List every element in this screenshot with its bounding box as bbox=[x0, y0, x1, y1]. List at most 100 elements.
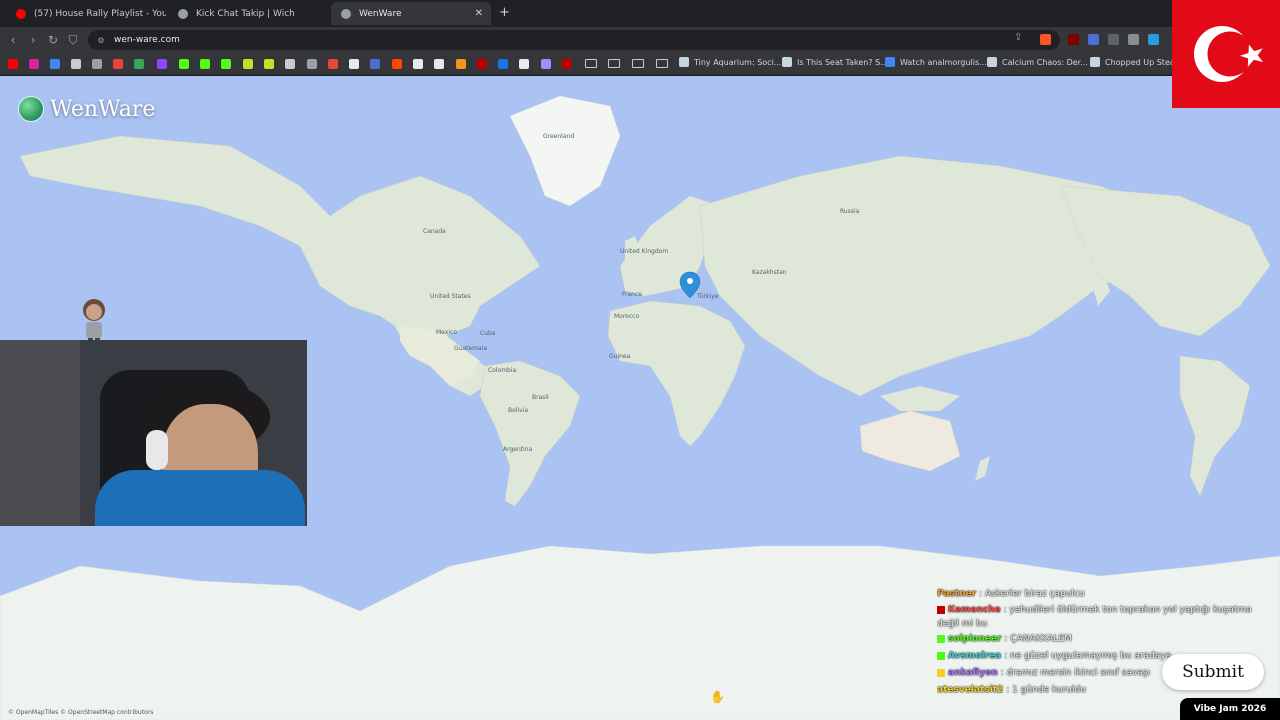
label-kazakhstan: Kazakhstan bbox=[752, 269, 787, 276]
chat-text: : Askerler biraz çapulcu bbox=[979, 589, 1085, 599]
globe-icon bbox=[178, 8, 188, 19]
tab-youtube[interactable]: (57) House Rally Playlist - YouTub bbox=[6, 2, 166, 25]
extension-icon[interactable] bbox=[1088, 34, 1099, 45]
site-info-icon[interactable]: ⚙ bbox=[96, 35, 106, 45]
folder-icon[interactable] bbox=[585, 59, 597, 68]
crescent-star-icon bbox=[1194, 26, 1264, 82]
bookmarks-bar: Tiny Aquarium: Soci... Is This Seat Take… bbox=[0, 53, 1280, 75]
label-brasil: Brasil bbox=[532, 394, 549, 401]
avatar-sticker bbox=[83, 299, 105, 344]
logo-text: WenWare bbox=[50, 96, 156, 122]
extension-icon[interactable] bbox=[541, 59, 551, 69]
label-argentina: Argentina bbox=[503, 446, 533, 453]
bookmark-calcium-chaos[interactable]: Calcium Chaos: Der... bbox=[987, 57, 1088, 67]
bookmark-icon[interactable]: ⛉ bbox=[65, 32, 81, 48]
github-icon[interactable] bbox=[71, 59, 81, 69]
gmail-icon[interactable] bbox=[113, 59, 123, 69]
kick-badge-icon bbox=[937, 634, 945, 643]
label-greenland: Greenland bbox=[543, 133, 575, 140]
address-bar[interactable]: ⚙ wen-ware.com bbox=[88, 30, 1060, 50]
bookmark-label: Calcium Chaos: Der... bbox=[1002, 57, 1088, 67]
youtube-icon[interactable] bbox=[8, 59, 18, 69]
kick-icon[interactable] bbox=[179, 59, 189, 69]
twitch-icon[interactable] bbox=[157, 59, 167, 69]
tab-kick-chat[interactable]: Kick Chat Takip | Wich bbox=[168, 2, 328, 25]
bookmark-seat-taken[interactable]: Is This Seat Taken? S... bbox=[782, 57, 888, 67]
translate-icon[interactable] bbox=[50, 59, 60, 69]
kick-icon[interactable] bbox=[200, 59, 210, 69]
extension-icon[interactable] bbox=[477, 59, 487, 69]
extension-icon[interactable] bbox=[1128, 34, 1139, 45]
label-guinea: Guinea bbox=[609, 353, 631, 360]
label-mexico: Mexico bbox=[436, 329, 457, 336]
new-tab-button[interactable]: + bbox=[499, 5, 510, 20]
label-guatemala: Guatemala bbox=[454, 345, 488, 352]
label-colombia: Colombia bbox=[488, 367, 517, 374]
label-canada: Canada bbox=[423, 228, 446, 235]
instagram-icon[interactable] bbox=[29, 59, 39, 69]
tab-wenware[interactable]: WenWare ✕ bbox=[331, 2, 491, 25]
vibe-jam-badge[interactable]: Vibe Jam 2026 bbox=[1180, 698, 1280, 720]
reddit-icon[interactable] bbox=[392, 59, 402, 69]
globe-icon bbox=[18, 96, 44, 122]
anchor-icon[interactable] bbox=[285, 59, 295, 69]
chrome-icon[interactable] bbox=[92, 59, 102, 69]
bookmark-chopped-up[interactable]: Chopped Up Steam bbox=[1090, 57, 1183, 67]
map-attribution[interactable]: © OpenMapTiles © OpenStreetMap contribut… bbox=[8, 709, 153, 716]
submit-button[interactable]: Submit bbox=[1162, 654, 1264, 690]
folder-icon[interactable] bbox=[632, 59, 644, 68]
brave-shield-icon[interactable] bbox=[1040, 34, 1051, 45]
globe-icon bbox=[341, 8, 351, 19]
label-russia: Russia bbox=[840, 208, 860, 215]
chat-text: : 1 günde kuruldu bbox=[1006, 685, 1086, 695]
extension-icon[interactable] bbox=[456, 59, 466, 69]
folder-icon[interactable] bbox=[608, 59, 620, 68]
app-logo: WenWare bbox=[18, 96, 155, 122]
chat-user: Avsmolrea bbox=[948, 651, 1002, 661]
extension-icon[interactable] bbox=[519, 59, 529, 69]
streamer-jacket bbox=[95, 470, 305, 526]
folder-icon[interactable] bbox=[656, 59, 668, 68]
extension-icon[interactable] bbox=[1108, 34, 1119, 45]
bookmark-watch[interactable]: Watch analmorgulis... bbox=[885, 57, 987, 67]
webcam-overlay bbox=[0, 340, 307, 526]
x-icon[interactable] bbox=[349, 59, 359, 69]
extension-icon[interactable] bbox=[498, 59, 508, 69]
extension-icon[interactable] bbox=[1148, 34, 1159, 45]
bookmark-tiny-aquarium[interactable]: Tiny Aquarium: Soci... bbox=[679, 57, 781, 67]
bookmark-label: Tiny Aquarium: Soci... bbox=[694, 57, 782, 67]
forward-button[interactable]: › bbox=[25, 32, 41, 48]
indonesia-shape bbox=[880, 386, 960, 411]
ublock-icon[interactable] bbox=[1068, 34, 1079, 45]
back-button[interactable]: ‹ bbox=[5, 32, 21, 48]
close-icon[interactable]: ✕ bbox=[475, 8, 483, 19]
extension-icon[interactable] bbox=[328, 59, 338, 69]
extension-icon[interactable] bbox=[243, 59, 253, 69]
extension-icon[interactable] bbox=[264, 59, 274, 69]
steam-icon bbox=[1090, 57, 1100, 67]
bookmark-label: Is This Seat Taken? S... bbox=[797, 57, 888, 67]
reload-button[interactable]: ↻ bbox=[45, 32, 61, 48]
label-bolivia: Bolivia bbox=[508, 407, 529, 414]
youtube-icon bbox=[16, 8, 26, 19]
label-turkiye: Türkiye bbox=[697, 293, 719, 300]
tab-bar: (57) House Rally Playlist - YouTub Kick … bbox=[0, 0, 1280, 27]
drive-icon[interactable] bbox=[134, 59, 144, 69]
chat-text: : ne güzel uygulamaymış bu aradaya bbox=[1004, 651, 1172, 661]
share-icon[interactable]: ⇪ bbox=[1014, 32, 1022, 43]
extension-icon[interactable] bbox=[307, 59, 317, 69]
new-zealand-shape bbox=[975, 456, 990, 481]
extension-icon[interactable] bbox=[370, 59, 380, 69]
extension-icon[interactable] bbox=[562, 59, 572, 69]
steam-icon bbox=[679, 57, 689, 67]
patreon-icon[interactable] bbox=[413, 59, 423, 69]
browser-toolbar: ‹ › ↻ ⛉ ⚙ wen-ware.com ⇪ bbox=[0, 27, 1280, 53]
kick-icon[interactable] bbox=[221, 59, 231, 69]
turkey-flag bbox=[1172, 0, 1280, 108]
chat-message: solpioneer: ÇANAKKALEM bbox=[937, 631, 1273, 648]
chat-message: Kemenche: yahudileri öldürmek ton toprak… bbox=[937, 603, 1273, 631]
label-united-states: United States bbox=[430, 293, 471, 300]
amazon-icon[interactable] bbox=[434, 59, 444, 69]
label-morocco: Morocco bbox=[614, 313, 640, 320]
url-text[interactable]: wen-ware.com bbox=[114, 35, 180, 45]
